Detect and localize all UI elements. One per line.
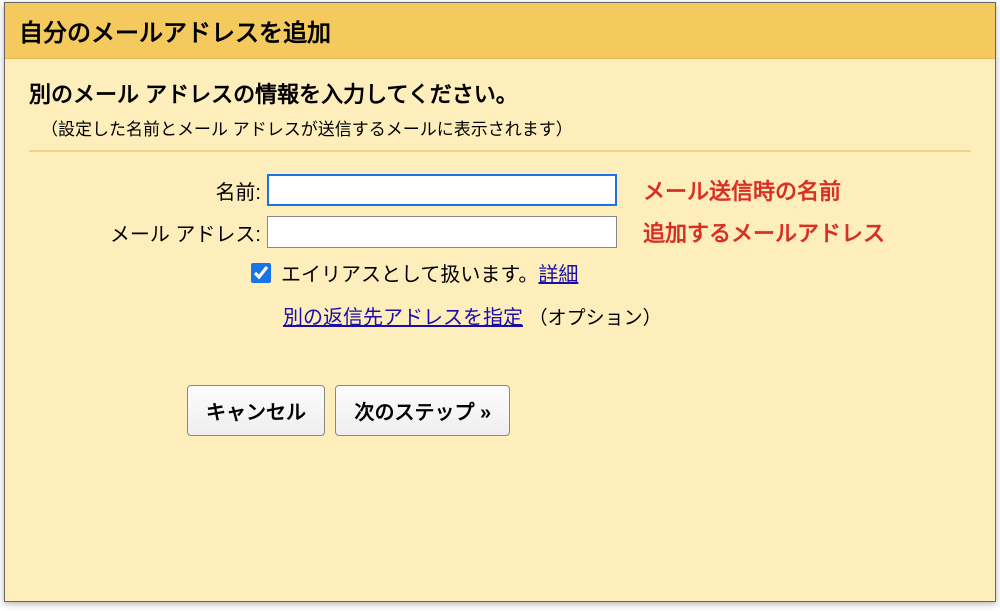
name-row: 名前: メール送信時の名前 <box>29 174 971 206</box>
sub-instruction-text: （設定した名前とメール アドレスが送信するメールに表示されます） <box>41 115 971 140</box>
name-label: 名前: <box>29 176 267 205</box>
dialog-title: 自分のメールアドレスを追加 <box>5 3 995 59</box>
cancel-button[interactable]: キャンセル <box>187 385 325 436</box>
annotation-name: メール送信時の名前 <box>643 174 841 206</box>
button-row: キャンセル 次のステップ » <box>187 385 971 436</box>
reply-option-text: （オプション） <box>529 308 662 329</box>
instruction-text: 別のメール アドレスの情報を入力してください。 <box>29 77 971 109</box>
email-row: メール アドレス: 追加するメールアドレス <box>29 216 971 248</box>
alias-row: エイリアスとして扱います。 詳細 <box>251 258 971 287</box>
alias-checkbox[interactable] <box>251 263 271 283</box>
annotation-email: 追加するメールアドレス <box>643 216 885 248</box>
dialog-content: 別のメール アドレスの情報を入力してください。 （設定した名前とメール アドレス… <box>5 59 995 460</box>
reply-row: 別の返信先アドレスを指定 （オプション） <box>283 301 971 330</box>
name-input[interactable] <box>267 174 617 206</box>
email-input[interactable] <box>267 216 617 248</box>
add-email-dialog: 自分のメールアドレスを追加 別のメール アドレスの情報を入力してください。 （設… <box>4 2 996 602</box>
email-label: メール アドレス: <box>29 218 267 247</box>
alias-detail-link[interactable]: 詳細 <box>538 258 578 287</box>
reply-address-link[interactable]: 別の返信先アドレスを指定 <box>283 307 523 329</box>
alias-label: エイリアスとして扱います。 <box>281 258 538 287</box>
divider <box>29 150 971 152</box>
next-step-button[interactable]: 次のステップ » <box>335 385 510 436</box>
